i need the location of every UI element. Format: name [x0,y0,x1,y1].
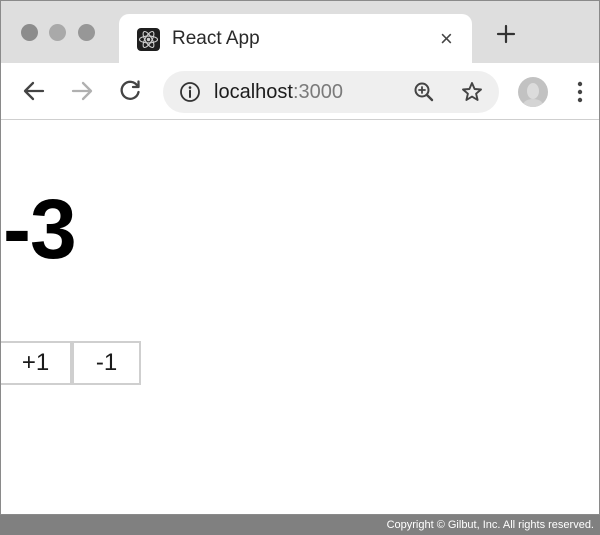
tab-strip: React App × [1,1,599,64]
arrow-left-icon [23,81,45,101]
url-text[interactable]: localhost:3000 [214,80,343,104]
window-minimize-dot[interactable] [49,24,66,41]
forward-button[interactable] [68,77,96,105]
window-close-dot[interactable] [21,24,38,41]
react-logo-icon [137,28,160,51]
tab-title: React App [172,28,260,49]
browser-toolbar: localhost:3000 [1,63,599,120]
browser-window: React App × localhost:3000 -3 +1 -1 [0,0,600,515]
url-port: :3000 [292,81,343,103]
address-bar[interactable]: localhost:3000 [163,71,499,113]
star-icon[interactable] [460,80,484,104]
page-content: -3 +1 -1 [1,121,599,514]
plus-icon [496,24,516,44]
increment-button[interactable]: +1 [1,341,72,385]
arrow-right-icon [71,81,93,101]
back-button[interactable] [20,77,48,105]
info-icon[interactable] [179,81,201,103]
window-zoom-dot[interactable] [78,24,95,41]
copyright-footer: Copyright © Gilbut, Inc. All rights rese… [0,515,600,535]
zoom-in-icon[interactable] [412,80,436,104]
tab-close-button[interactable]: × [440,27,453,51]
kebab-menu-icon[interactable] [573,80,587,104]
active-tab[interactable]: React App × [119,14,472,64]
new-tab-button[interactable] [494,22,518,46]
reload-button[interactable] [116,77,144,105]
reload-icon [120,80,140,100]
decrement-button[interactable]: -1 [72,341,141,385]
copyright-text: Copyright © Gilbut, Inc. All rights rese… [386,519,594,531]
url-host: localhost [214,81,293,103]
profile-avatar-icon[interactable] [518,77,548,107]
counter-value: -3 [3,182,77,276]
